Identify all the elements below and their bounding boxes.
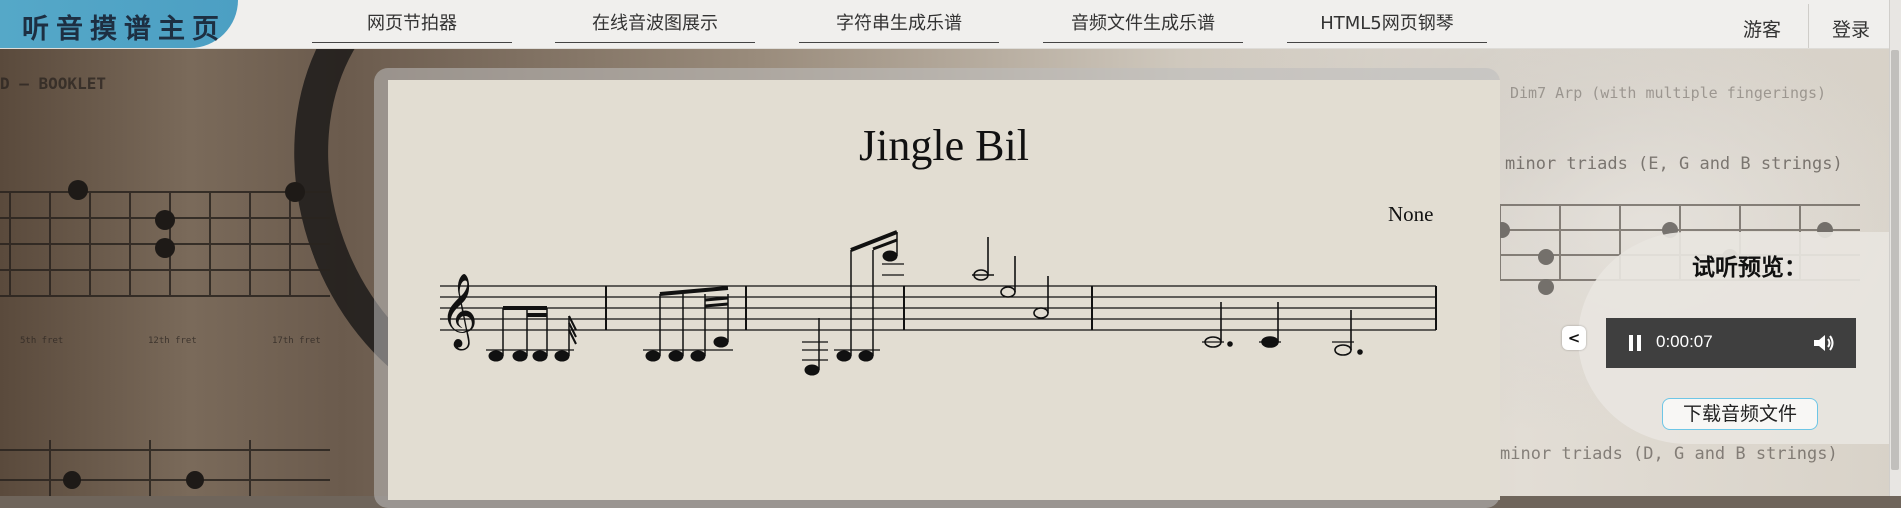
nav-html5-piano[interactable]: HTML5网页钢琴 — [1287, 10, 1487, 43]
download-audio-button[interactable]: 下载音频文件 — [1662, 398, 1818, 430]
booklet-text: D – BOOKLET — [0, 74, 106, 93]
nav-metronome[interactable]: 网页节拍器 — [312, 10, 512, 43]
pause-icon[interactable] — [1626, 333, 1646, 353]
fret-label-1: 5th fret — [20, 336, 64, 346]
treble-clef: 𝄞 — [440, 274, 478, 351]
collapse-preview-button[interactable]: < — [1562, 326, 1586, 350]
music-staff: 𝄞 — [440, 230, 1437, 376]
score-panel: Jingle Bil None 𝄞 — [388, 80, 1500, 500]
volume-icon[interactable] — [1812, 332, 1836, 354]
audio-player: 0:00:07 — [1606, 318, 1856, 368]
playback-time: 0:00:07 — [1656, 332, 1713, 351]
nav-string-to-score[interactable]: 字符串生成乐谱 — [799, 10, 999, 43]
bg-line-3: minor triads (D, G and B strings) — [1500, 444, 1838, 464]
top-navbar: 听音摸谱主页 网页节拍器 在线音波图展示 字符串生成乐谱 音频文件生成乐谱 HT… — [0, 0, 1901, 49]
header-divider — [1808, 4, 1809, 48]
bg-line-1: Dim7 Arp (with multiple fingerings) — [1510, 84, 1827, 102]
scrollbar-thumb[interactable] — [1891, 50, 1899, 470]
fret-label-3: 17th fret — [272, 336, 321, 346]
nav-waveform[interactable]: 在线音波图展示 — [555, 10, 755, 43]
home-logo[interactable]: 听音摸谱主页 — [0, 0, 238, 48]
fret-label-2: 12th fret — [148, 336, 197, 346]
login-link[interactable]: 登录 — [1832, 15, 1870, 42]
preview-title: 试听预览： — [1692, 255, 1807, 281]
nav-audio-to-score[interactable]: 音频文件生成乐谱 — [1043, 10, 1243, 43]
logo-text[interactable]: 听音摸谱主页 — [22, 7, 226, 46]
bg-line-2: minor triads (E, G and B strings) — [1505, 154, 1843, 174]
guest-link[interactable]: 游客 — [1743, 15, 1781, 42]
